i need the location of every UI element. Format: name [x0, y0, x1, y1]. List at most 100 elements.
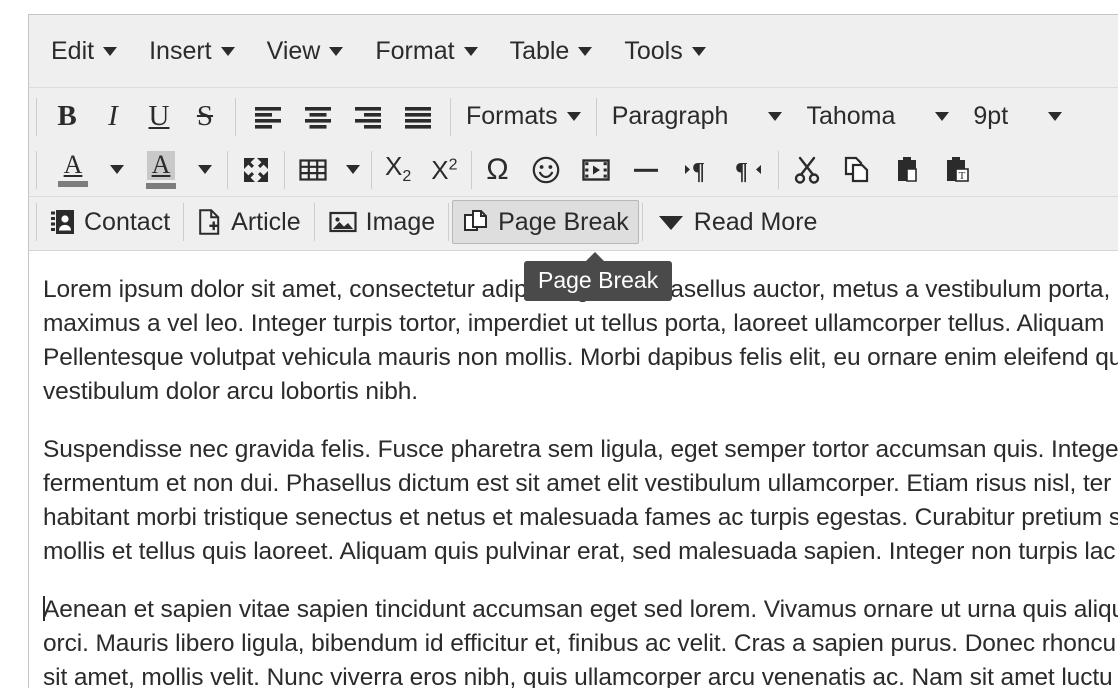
- image-label: Image: [365, 207, 436, 236]
- text-color-dropdown[interactable]: [102, 148, 132, 192]
- fullscreen-button[interactable]: [231, 148, 281, 192]
- superscript-base: X: [431, 154, 449, 185]
- align-right-button[interactable]: [343, 95, 393, 139]
- ltr-button[interactable]: ¶: [671, 148, 723, 192]
- document-paragraph[interactable]: Aenean et sapien vitae sapien tincidunt …: [43, 593, 1118, 688]
- chevron-down-icon: [566, 112, 581, 121]
- paste-icon: [892, 155, 922, 185]
- tooltip-label: Page Break: [538, 267, 659, 293]
- align-right-icon: [353, 104, 383, 130]
- toolbar-separator: [227, 150, 228, 189]
- toolbar-separator: [595, 97, 597, 136]
- menu-view-label: View: [266, 36, 321, 65]
- font-size-dropdown[interactable]: 9pt: [961, 95, 1074, 139]
- formats-label: Formats: [466, 102, 558, 130]
- background-color-swatch: [146, 182, 176, 189]
- paragraph-line-with-caret: Aenean et sapien vitae sapien tincidunt …: [43, 593, 1118, 627]
- article-label: Article: [231, 207, 301, 236]
- formats-dropdown[interactable]: Formats: [454, 95, 593, 139]
- superscript-index: 2: [448, 155, 458, 173]
- paste-button[interactable]: [882, 148, 932, 192]
- editor-content-area[interactable]: Lorem ipsum dolor sit amet, consectetur …: [29, 250, 1118, 688]
- toolbar-separator: [36, 97, 37, 136]
- smiley-icon: [531, 155, 561, 185]
- table-button[interactable]: [288, 148, 338, 192]
- menu-view[interactable]: View: [251, 33, 360, 70]
- toolbar-group-align: [239, 95, 447, 139]
- superscript-button[interactable]: X2: [421, 148, 467, 192]
- text-color-icon: A: [54, 152, 92, 187]
- text-color-swatch: [58, 181, 88, 187]
- table-dropdown[interactable]: [338, 148, 368, 192]
- toolbar-group-color: A A: [40, 148, 224, 192]
- subscript-icon: X2: [385, 153, 411, 185]
- toolbar-row-custom: Contact Article Image Page Break Read Mo…: [33, 197, 1118, 247]
- read-more-button[interactable]: Read More: [646, 200, 828, 244]
- font-family-dropdown[interactable]: Tahoma: [794, 95, 961, 139]
- screen: Edit Insert View Format Table Tools B I …: [0, 0, 1118, 688]
- omega-icon: Ω: [486, 152, 509, 186]
- tooltip-page-break: Page Break: [524, 252, 673, 301]
- menu-table[interactable]: Table: [494, 33, 609, 70]
- read-more-icon: [656, 209, 686, 235]
- paragraph-line: habitant morbi tristique senectus et net…: [43, 504, 1118, 531]
- cut-button[interactable]: [782, 148, 832, 192]
- menu-format[interactable]: Format: [359, 33, 493, 70]
- special-character-button[interactable]: Ω: [475, 148, 521, 192]
- subscript-base: X: [385, 151, 403, 182]
- emoticon-button[interactable]: [521, 148, 571, 192]
- block-format-dropdown[interactable]: Paragraph: [600, 95, 795, 139]
- paragraph-line: maximus a vel leo. Integer turpis tortor…: [43, 310, 1105, 337]
- toolbar-separator: [450, 97, 451, 136]
- toolbar-separator: [313, 203, 315, 241]
- chevron-down-icon: [110, 165, 124, 174]
- paragraph-line: fermentum et non dui. Phasellus dictum e…: [43, 470, 1112, 497]
- text-color-button[interactable]: A: [44, 148, 102, 192]
- bold-button[interactable]: B: [44, 95, 90, 139]
- menu-edit[interactable]: Edit: [35, 33, 133, 70]
- copy-button[interactable]: [832, 148, 882, 192]
- italic-button[interactable]: I: [90, 95, 136, 139]
- page-break-button[interactable]: Page Break: [452, 200, 639, 244]
- paste-as-text-button[interactable]: T: [932, 148, 982, 192]
- svg-text:T: T: [958, 170, 965, 182]
- svg-text:¶: ¶: [692, 159, 705, 184]
- media-button[interactable]: [571, 148, 621, 192]
- rich-text-editor: Edit Insert View Format Table Tools B I …: [28, 14, 1118, 688]
- toolbar-separator: [641, 203, 643, 241]
- align-left-button[interactable]: [243, 95, 293, 139]
- page-break-icon: [462, 208, 490, 236]
- underline-icon: U: [148, 100, 170, 132]
- toolbar-separator: [36, 203, 37, 241]
- chevron-down-icon: [691, 46, 706, 56]
- toolbar-separator: [448, 203, 450, 241]
- article-button[interactable]: Article: [187, 200, 310, 244]
- toolbar-separator: [777, 150, 779, 189]
- toolbar-separator: [235, 97, 236, 136]
- underline-button[interactable]: U: [136, 95, 182, 139]
- align-center-button[interactable]: [293, 95, 343, 139]
- chevron-down-icon: [935, 112, 950, 121]
- rtl-button[interactable]: ¶: [723, 148, 775, 192]
- menubar: Edit Insert View Format Table Tools: [29, 15, 1118, 88]
- image-button[interactable]: Image: [318, 200, 445, 244]
- paragraph-line: mollis et tellus quis laoreet. Aliquam q…: [43, 538, 1116, 565]
- strikethrough-button[interactable]: S: [182, 95, 228, 139]
- menu-insert[interactable]: Insert: [133, 33, 251, 70]
- toolbar-separator: [284, 150, 285, 189]
- menu-tools[interactable]: Tools: [608, 33, 721, 70]
- contact-button[interactable]: Contact: [40, 200, 180, 244]
- bold-icon: B: [57, 100, 77, 132]
- background-color-icon: A: [142, 150, 180, 189]
- background-color-button[interactable]: A: [132, 148, 190, 192]
- horizontal-rule-button[interactable]: [621, 148, 671, 192]
- paragraph-line: Aenean et sapien vitae sapien tincidunt …: [43, 596, 1118, 623]
- document-paragraph[interactable]: Suspendisse nec gravida felis. Fusce pha…: [43, 433, 1118, 569]
- subscript-button[interactable]: X2: [375, 148, 421, 192]
- subscript-index: 2: [402, 168, 412, 186]
- align-justify-button[interactable]: [393, 95, 443, 139]
- background-color-dropdown[interactable]: [190, 148, 220, 192]
- article-icon: [197, 208, 223, 236]
- paragraph-line: Pellentesque volutpat vehicula mauris no…: [43, 344, 1118, 371]
- chevron-down-icon: [103, 46, 118, 56]
